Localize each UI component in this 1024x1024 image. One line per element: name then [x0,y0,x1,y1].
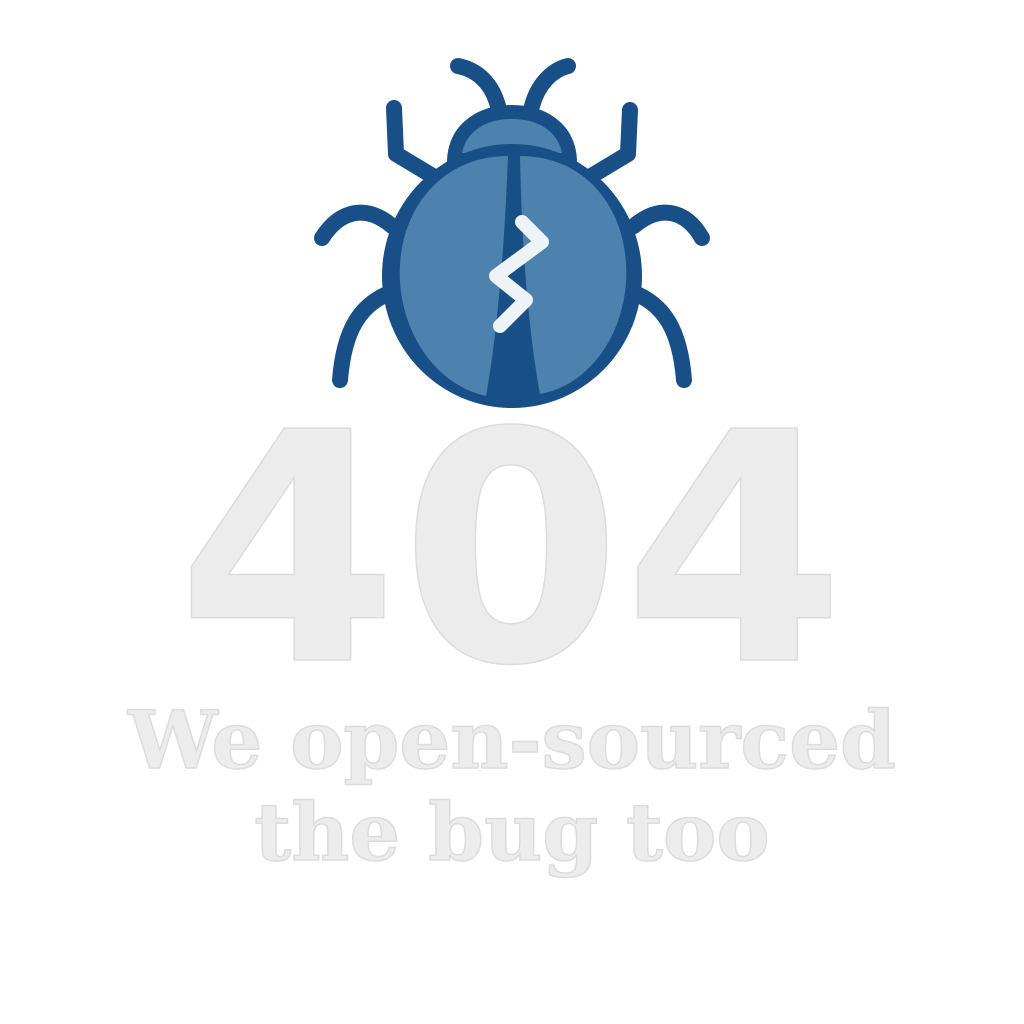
tagline-line-2: the bug too [254,785,771,879]
error-tagline: We open-sourced the bug too [0,693,1024,879]
error-code: 404 [176,365,847,735]
tagline-line-1: We open-sourced [127,693,896,787]
error-page: 404 We open-sourced the bug too [0,0,1024,1024]
